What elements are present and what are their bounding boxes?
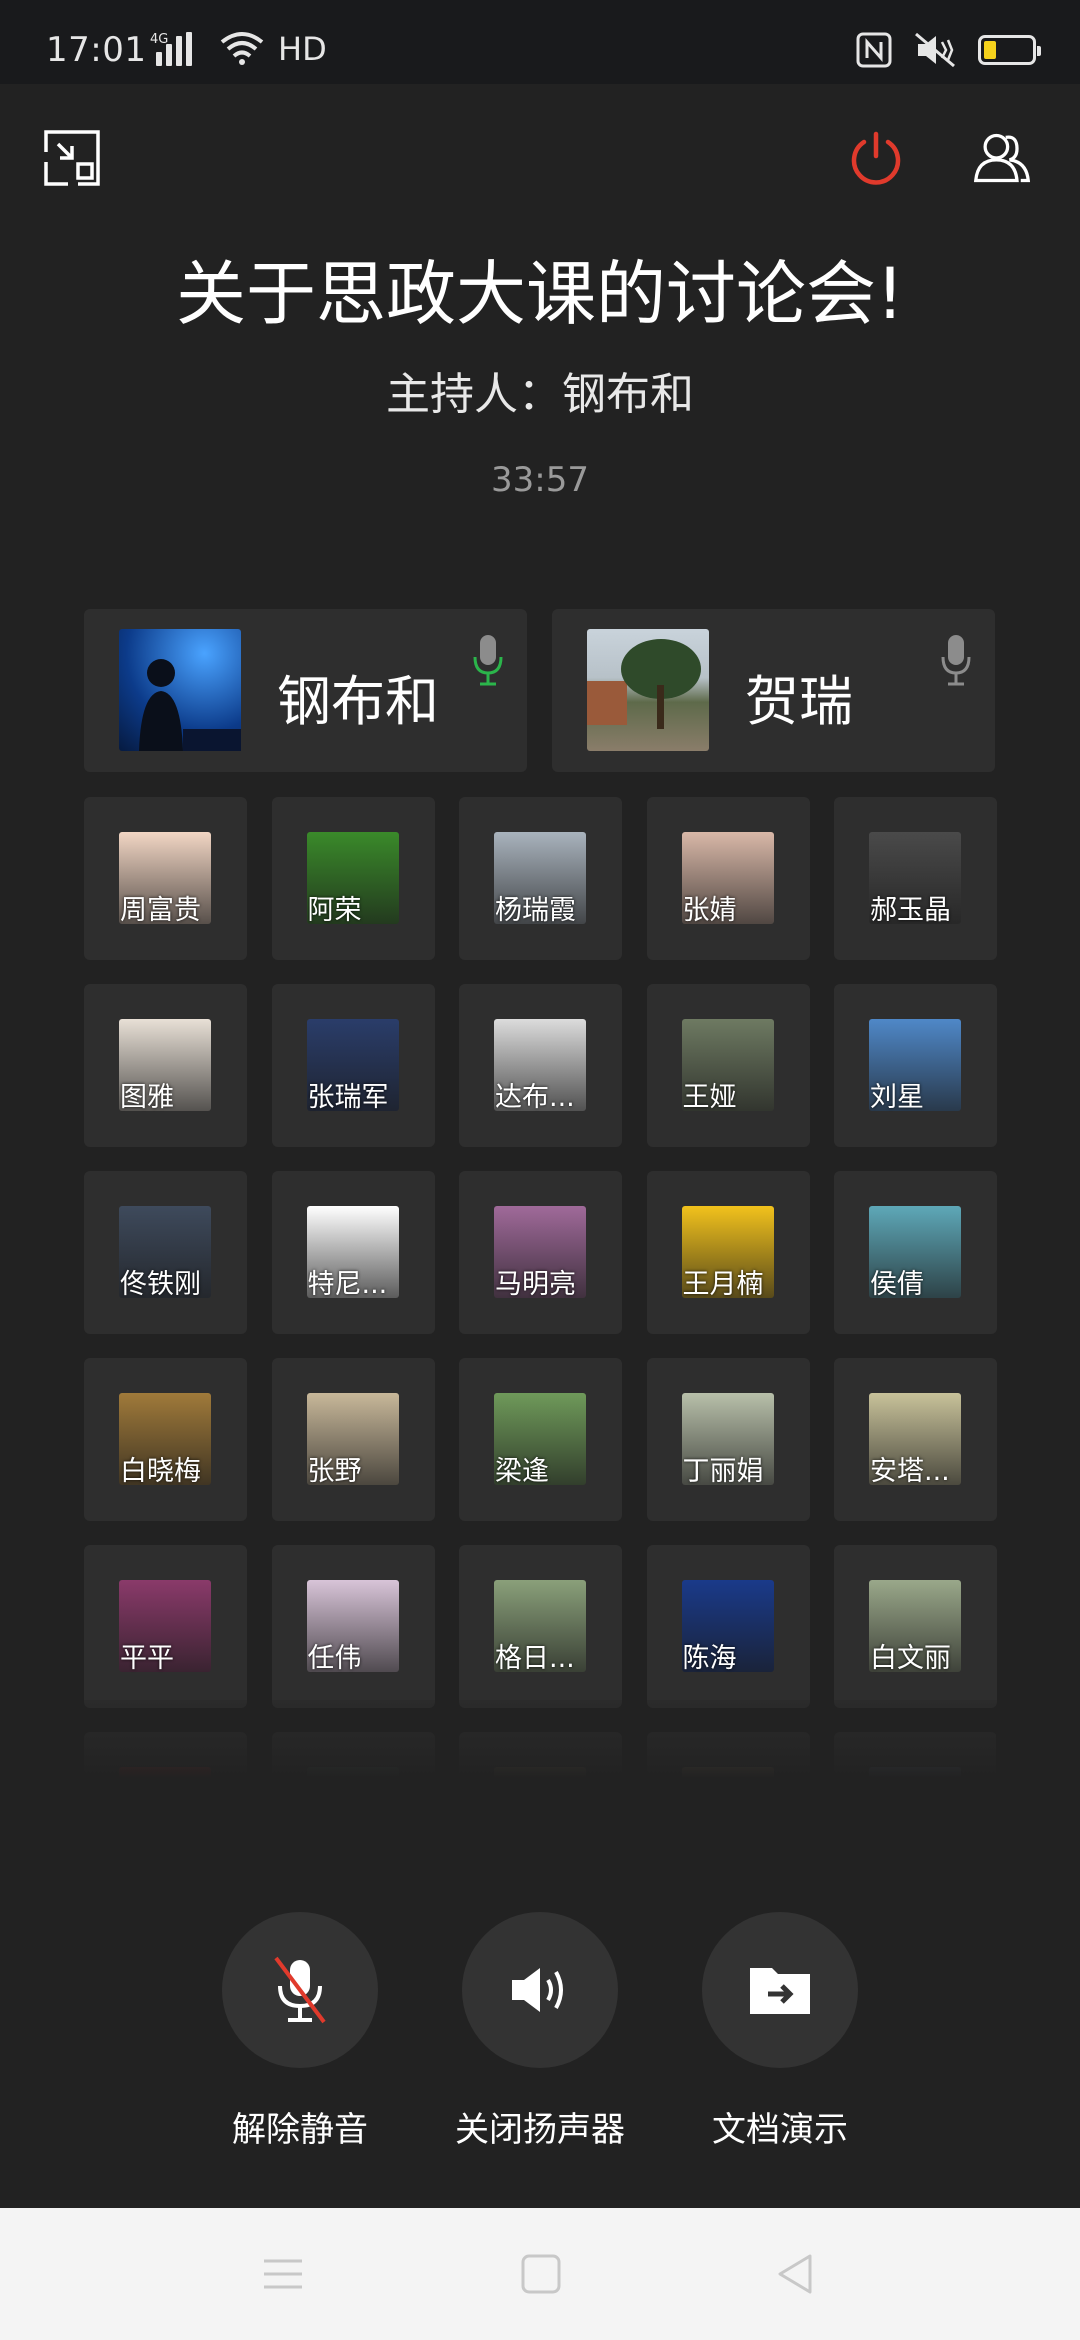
participant-name: 张瑞军 (307, 1082, 389, 1113)
participant-tile[interactable]: 王月楠 (646, 1171, 810, 1334)
participant-tile[interactable]: 周富贵 (84, 797, 247, 960)
avatar (587, 629, 709, 751)
unmute-button[interactable] (222, 1912, 378, 2068)
tree-image (587, 639, 701, 729)
speaker-name: 贺瑞 (745, 670, 853, 733)
speaker-off-button[interactable] (462, 1912, 618, 2068)
participant-name: 王月楠 (682, 1269, 764, 1300)
speaker-card-2[interactable]: 贺瑞 (552, 609, 995, 772)
participant-tile[interactable]: 王娅 (646, 984, 810, 1147)
meeting-timer: 33:57 (491, 460, 589, 500)
participant-name: 郝玉晶 (870, 895, 951, 926)
participant-name: 达布... (495, 1082, 575, 1113)
avatar (119, 629, 241, 751)
hd-label: HD (278, 30, 327, 68)
participant-name: 特尼... (307, 1269, 388, 1300)
participant-tile[interactable]: 张野 (271, 1358, 435, 1521)
participant-name: 任伟 (307, 1643, 362, 1674)
folder-share-icon (750, 1968, 810, 2014)
system-nav-bar (0, 2208, 1080, 2340)
mic-active-icon (473, 635, 503, 686)
participant-tile[interactable]: 佟铁刚 (84, 1171, 247, 1334)
back-icon[interactable] (772, 2251, 818, 2297)
participant-tile[interactable]: 郝玉晶 (834, 797, 997, 960)
minimize-icon[interactable] (42, 128, 102, 188)
participant-tile[interactable]: 梁逢 (459, 1358, 622, 1521)
speaker-card-host[interactable]: 钢布和 (84, 609, 527, 772)
battery-icon (978, 35, 1041, 65)
participant-tile[interactable]: 特尼... (271, 1171, 435, 1334)
signal-icon: 4G (150, 32, 192, 66)
participant-name: 陈海 (682, 1643, 737, 1674)
status-time: 17:01 (46, 30, 147, 70)
participant-name: 阿荣 (307, 895, 362, 926)
participant-name: 梁逢 (495, 1456, 549, 1487)
participant-name: 佟铁刚 (120, 1269, 201, 1300)
participant-tile[interactable]: 侯倩 (834, 1171, 997, 1334)
nfc-icon (856, 32, 892, 68)
participant-tile[interactable]: 白晓梅 (84, 1358, 247, 1521)
participant-tile[interactable]: 图雅 (84, 984, 247, 1147)
participant-name: 白晓梅 (120, 1456, 201, 1487)
participant-tile[interactable]: 张瑞军 (271, 984, 435, 1147)
participant-name: 周富贵 (120, 895, 201, 926)
participant-tile[interactable]: 马明亮 (459, 1171, 622, 1334)
participant-tile[interactable]: 杨瑞霞 (459, 797, 622, 960)
participant-name: 安塔... (870, 1456, 950, 1487)
battery-fill (984, 41, 996, 59)
participant-tile[interactable]: 平平 (84, 1545, 247, 1708)
status-right-icons (856, 30, 1041, 70)
participant-tile[interactable]: 阿荣 (271, 797, 435, 960)
meeting-title: 关于思政大课的讨论会! (175, 253, 905, 335)
status-bar: 17:01 4G HD (0, 0, 1080, 84)
participant-name: 白文丽 (870, 1643, 951, 1674)
participant-tile[interactable]: 白文丽 (834, 1545, 997, 1708)
participant-name: 平平 (120, 1643, 174, 1674)
participant-tile[interactable]: 刘星 (834, 984, 997, 1147)
participant-name: 侯倩 (870, 1269, 924, 1300)
unmute-label: 解除静音 (232, 2110, 368, 2150)
participant-name: 张婧 (682, 895, 737, 926)
silhouette-image (139, 659, 241, 751)
participant-tile[interactable]: 安塔... (834, 1358, 997, 1521)
participant-tile[interactable]: 张婧 (646, 797, 810, 960)
vibrate-mute-icon (915, 32, 955, 68)
host-label: 主持人：钢布和 (386, 369, 694, 420)
participant-name: 图雅 (120, 1082, 174, 1113)
participant-name: 王娅 (682, 1082, 737, 1113)
mic-muted-icon (274, 1956, 326, 2024)
participant-name: 杨瑞霞 (495, 895, 576, 926)
participant-name: 丁丽娟 (682, 1456, 764, 1487)
participant-tile[interactable]: 丁丽娟 (646, 1358, 810, 1521)
grid-fade-overlay (0, 1700, 1080, 1830)
participant-tile[interactable]: 格日... (459, 1545, 622, 1708)
document-share-button[interactable] (702, 1912, 858, 2068)
home-icon[interactable] (518, 2251, 564, 2297)
participant-name: 张野 (307, 1456, 362, 1487)
speaker-off-label: 关闭扬声器 (455, 2110, 625, 2150)
wifi-icon (220, 32, 264, 65)
mic-icon (941, 635, 971, 686)
menu-icon[interactable] (260, 2251, 306, 2297)
participant-name: 马明亮 (495, 1269, 576, 1300)
document-share-label: 文档演示 (712, 2110, 848, 2150)
power-icon[interactable] (846, 128, 906, 188)
participants-icon[interactable] (972, 128, 1032, 188)
participant-tile[interactable]: 陈海 (646, 1545, 810, 1708)
speaker-name: 钢布和 (277, 670, 439, 733)
status-network: 4G HD (150, 30, 327, 66)
speaker-icon (512, 1968, 563, 2012)
participant-tile[interactable]: 任伟 (271, 1545, 435, 1708)
participant-name: 格日... (495, 1643, 575, 1674)
participant-tile[interactable]: 达布... (459, 984, 622, 1147)
participant-name: 刘星 (870, 1082, 924, 1113)
